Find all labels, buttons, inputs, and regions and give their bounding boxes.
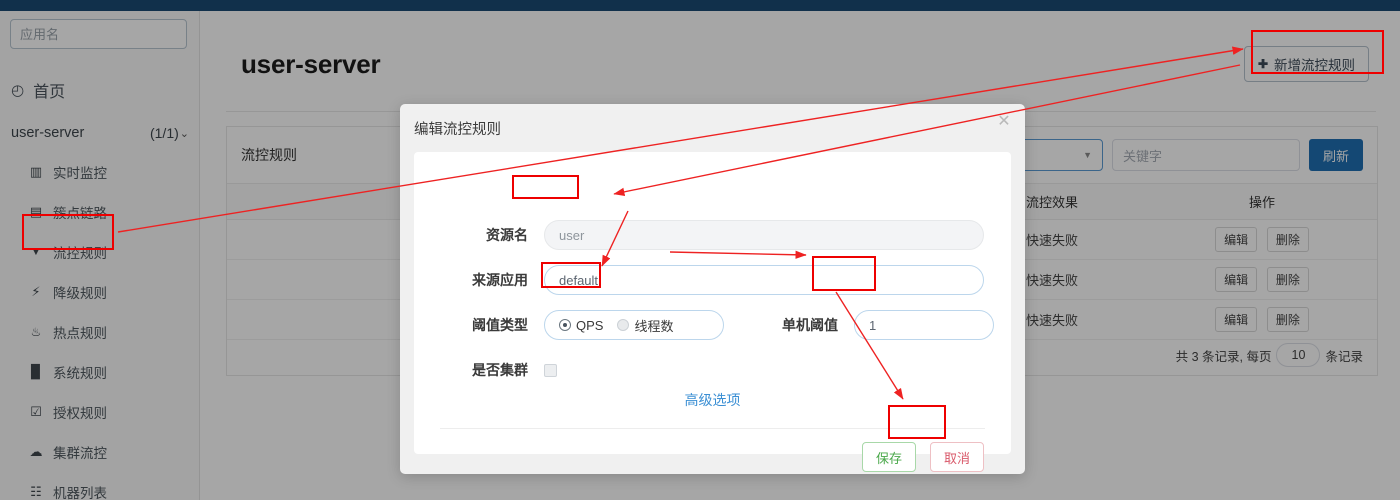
clock-icon: ◴ [11,82,25,99]
list-table-icon: ▤ [29,204,43,219]
row-actions: 编辑 删除 [1147,259,1377,300]
page-size-input[interactable]: 10 [1276,343,1321,367]
sidebar-item-label: 集群流控 [53,446,107,461]
dialog-body: 资源名 user 来源应用 default 阈值类型 QPS 线程数 单机阈值 … [414,152,1011,472]
radio-dot-icon [559,319,571,331]
threshold-type-radio-group: QPS 线程数 [544,310,724,340]
app-search[interactable]: 搜索 [10,19,187,49]
sidebar-item-home[interactable]: ◴ 首页 [0,68,200,112]
edit-flow-rule-dialog: 编辑流控规则 ✕ 资源名 user 来源应用 default 阈值类型 QPS … [400,104,1025,474]
refresh-button[interactable]: 刷新 [1309,139,1363,171]
chevron-down-icon: ⌄ [179,127,189,140]
sidebar-item-cluster-link[interactable]: ▤ 簇点链路 [0,192,200,232]
top-blue-bar [0,0,1400,11]
sidebar-item-label: 簇点链路 [53,206,107,221]
threshold-type-label: 阈值类型 [472,317,528,333]
field-is-cluster: 是否集群 [414,355,1011,385]
cancel-button[interactable]: 取消 [930,442,984,472]
add-flow-rule-label: 新增流控规则 [1274,58,1355,73]
edit-button[interactable]: 编辑 [1215,227,1258,252]
edit-button[interactable]: 编辑 [1215,307,1258,332]
sidebar-item-label: 实时监控 [53,166,107,181]
dialog-actions: 保存 取消 [862,442,984,472]
sidebar-app-name: user-server [11,125,85,141]
sidebar-item-machine-list[interactable]: ☷ 机器列表 [0,472,200,500]
origin-app-label: 来源应用 [472,272,528,288]
sidebar-item-label: 降级规则 [53,286,107,301]
cloud-icon: ☁ [29,444,43,459]
single-threshold-label: 单机阈值 [782,317,838,333]
sidebar-menu: ▥ 实时监控 ▤ 簇点链路 ▼ 流控规则 ⚡ 降级规则 ♨ 热点规则 ▉ 系统规… [0,152,200,500]
sidebar-item-flow-rule[interactable]: ▼ 流控规则 [0,232,200,272]
is-cluster-checkbox[interactable] [544,363,557,377]
sidebar-item-label: 热点规则 [53,326,107,341]
card-title: 流控规则 [241,147,297,163]
edit-button[interactable]: 编辑 [1215,267,1258,292]
lock-icon: ▉ [31,364,41,379]
close-icon[interactable]: ✕ [995,114,1013,132]
radio-thread-count-label: 线程数 [634,318,674,334]
radio-thread-count[interactable]: 线程数 [617,316,673,335]
advanced-options-link[interactable]: 高级选项 [414,390,1011,410]
single-threshold-input[interactable]: 1 [854,310,994,340]
sidebar-item-system-rule[interactable]: ▉ 系统规则 [0,352,200,392]
funnel-icon: ▼ [30,246,42,258]
pagination-total-prefix: 共 3 条记录, 每页 [1175,349,1272,364]
plus-icon: ✚ [1257,57,1268,71]
table-col-operation: 操作 [1147,183,1377,220]
sidebar-item-home-label: 首页 [33,84,66,101]
resource-name-value: user [559,227,585,243]
sidebar-item-label: 流控规则 [53,246,107,261]
page-title: user-server [241,49,381,79]
sidebar-item-label: 系统规则 [53,366,107,381]
single-threshold-value: 1 [869,317,877,333]
keyword-placeholder: 关键字 [1123,148,1163,164]
row-actions: 编辑 删除 [1147,299,1377,340]
screenshot-root: 搜索 ◴ 首页 user-server (1/1) ⌄ ▥ 实时监控 ▤ 簇点链… [0,0,1400,500]
radio-dot-icon [617,319,630,331]
fire-icon: ♨ [30,325,42,339]
sidebar-item-hotspot-rule[interactable]: ♨ 热点规则 [0,312,200,352]
radio-qps[interactable]: QPS [559,318,603,333]
pagination-total-suffix: 条记录 [1325,349,1363,364]
delete-button[interactable]: 删除 [1266,307,1309,332]
add-flow-rule-button[interactable]: ✚ 新增流控规则 [1243,46,1369,82]
field-origin-app: 来源应用 default [414,265,1011,295]
table-pagination: 共 3 条记录, 每页 10 条记录 [1176,343,1363,367]
sidebar: 搜索 ◴ 首页 user-server (1/1) ⌄ ▥ 实时监控 ▤ 簇点链… [0,11,200,500]
delete-button[interactable]: 删除 [1266,227,1309,252]
sidebar-item-label: 授权规则 [53,406,107,421]
radio-qps-label: QPS [576,317,604,333]
dialog-divider [440,428,985,429]
field-resource-name: 资源名 user [414,220,1011,250]
check-square-icon: ☑ [30,404,42,419]
server-list-icon: ☷ [30,484,42,499]
origin-app-input[interactable]: default [544,265,984,295]
bar-chart-icon: ▥ [29,164,43,179]
save-button[interactable]: 保存 [862,442,916,472]
sidebar-item-authority-rule[interactable]: ☑ 授权规则 [0,392,200,432]
lightning-icon: ⚡ [31,284,41,299]
sidebar-app-group[interactable]: user-server (1/1) ⌄ [0,114,200,152]
sidebar-item-cluster-flow[interactable]: ☁ 集群流控 [0,432,200,472]
row-actions: 编辑 删除 [1147,219,1377,260]
sidebar-item-realtime-monitor[interactable]: ▥ 实时监控 [0,152,200,192]
resource-name-input: user [544,220,984,250]
keyword-input[interactable]: 关键字 [1112,139,1300,171]
dialog-title: 编辑流控规则 [414,122,501,138]
is-cluster-label: 是否集群 [472,362,528,378]
chevron-down-icon: ▼ [1083,150,1092,160]
field-threshold-type: 阈值类型 QPS 线程数 单机阈值 1 [414,310,1011,340]
sidebar-item-degrade-rule[interactable]: ⚡ 降级规则 [0,272,200,312]
origin-app-value: default [559,272,599,288]
delete-button[interactable]: 删除 [1266,267,1309,292]
sidebar-item-label: 机器列表 [53,486,107,500]
sidebar-app-count: (1/1) [149,125,179,141]
search-input[interactable] [11,20,186,48]
resource-name-label: 资源名 [486,227,528,243]
